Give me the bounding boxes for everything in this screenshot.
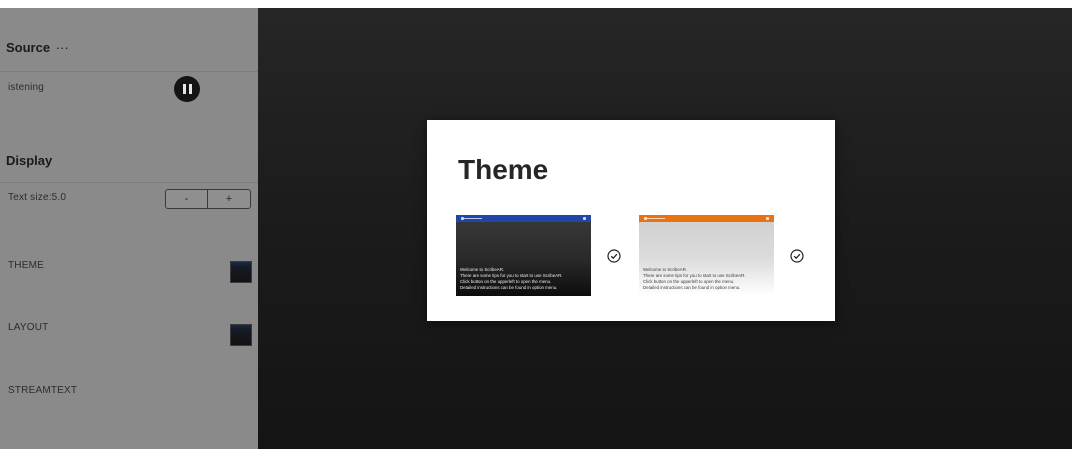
main-display-area: Theme Welcome to ScribeAR. There are som… [258, 8, 1072, 449]
display-section-header: Display [6, 153, 52, 168]
divider [0, 182, 258, 183]
source-section-header: Source ··· [6, 40, 69, 55]
theme-header-bar [456, 215, 591, 222]
text-size-label: Text size:5.0 [8, 192, 67, 203]
pause-icon [182, 84, 186, 94]
theme-option-light[interactable]: Welcome to ScribeAR. There are some tips… [639, 215, 774, 296]
pause-button[interactable] [174, 76, 200, 102]
decrease-text-size-button[interactable]: - [165, 189, 208, 209]
app-root: Source ··· istening Display Text size:5.… [0, 8, 1072, 449]
preview-text: Welcome to ScribeAR. There are some tips… [460, 267, 563, 290]
display-title: Display [6, 153, 53, 168]
theme-header-bar [639, 215, 774, 222]
sidebar-item-streamtext[interactable]: STREAMTEXT [8, 385, 77, 396]
sidebar-item-layout[interactable]: LAYOUT [8, 322, 48, 333]
text-size-stepper: - + [165, 189, 251, 209]
theme-preview: Welcome to ScribeAR. There are some tips… [456, 222, 591, 296]
settings-icon [766, 217, 769, 220]
sidebar-item-theme[interactable]: THEME [8, 260, 44, 271]
theme-option-dark[interactable]: Welcome to ScribeAR. There are some tips… [456, 215, 591, 296]
increase-text-size-button[interactable]: + [208, 189, 251, 209]
settings-icon [583, 217, 586, 220]
theme-dialog: Theme Welcome to ScribeAR. There are som… [427, 120, 835, 321]
listening-label: istening [8, 82, 45, 93]
check-circle-icon[interactable] [607, 249, 621, 263]
theme-preview-thumbnail[interactable] [230, 261, 252, 283]
theme-preview: Welcome to ScribeAR. There are some tips… [639, 222, 774, 296]
sidebar: Source ··· istening Display Text size:5.… [0, 8, 258, 449]
divider [0, 71, 258, 72]
more-icon[interactable]: ··· [56, 40, 69, 55]
check-circle-icon[interactable] [790, 249, 804, 263]
dialog-title: Theme [458, 154, 549, 185]
preview-text: Welcome to ScribeAR. There are some tips… [643, 267, 746, 290]
source-title: Source [6, 40, 51, 55]
layout-preview-thumbnail[interactable] [230, 324, 252, 346]
